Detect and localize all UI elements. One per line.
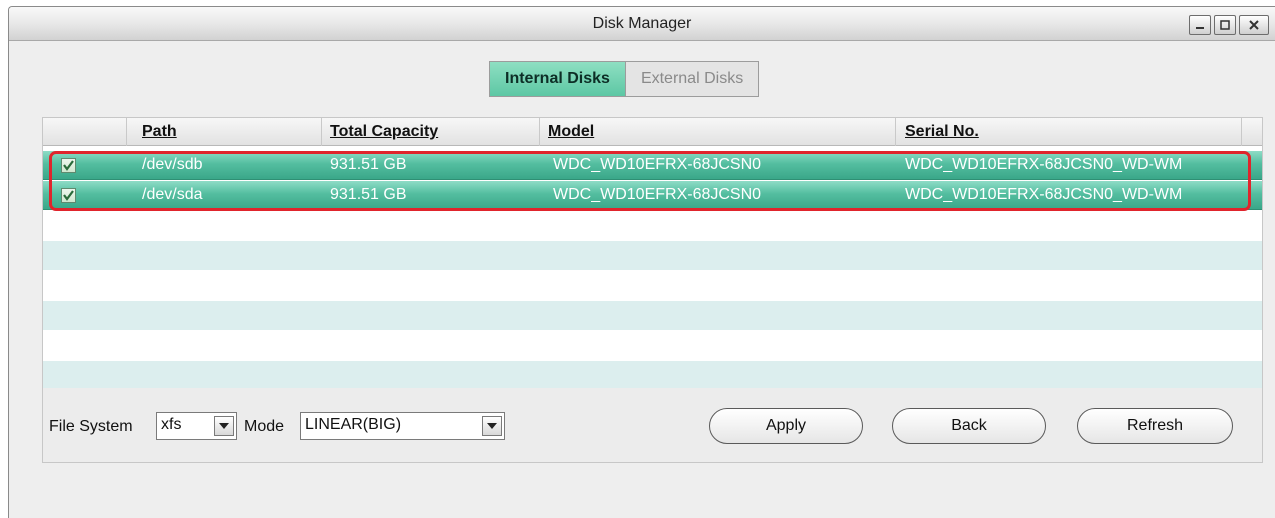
file-system-value: xfs [161, 416, 182, 433]
table-header: Path Total Capacity Model Serial No. [43, 118, 1262, 146]
tab-internal-disks[interactable]: Internal Disks [490, 62, 626, 96]
title-bar[interactable]: Disk Manager [9, 7, 1275, 41]
file-system-label: File System [49, 418, 133, 435]
disk-table: Path Total Capacity Model Serial No. /de… [43, 118, 1262, 388]
controls-bar: File System xfs Mode LINEAR(BIG) Apply B… [43, 388, 1262, 464]
tab-external-disks[interactable]: External Disks [625, 62, 759, 96]
table-row[interactable]: /dev/sdb 931.51 GB WDC_WD10EFRX-68JCSN0 … [43, 151, 1262, 180]
checkbox-checked-icon [63, 160, 74, 171]
empty-row [43, 331, 1262, 360]
chevron-down-icon [219, 423, 229, 429]
column-header-path[interactable]: Path [142, 123, 177, 141]
table-row[interactable]: /dev/sda 931.51 GB WDC_WD10EFRX-68JCSN0 … [43, 181, 1262, 210]
mode-value: LINEAR(BIG) [305, 416, 402, 433]
chevron-down-icon [487, 423, 497, 429]
row-checkbox[interactable] [61, 188, 76, 203]
window-title: Disk Manager [592, 15, 692, 32]
cell-model: WDC_WD10EFRX-68JCSN0 [553, 186, 762, 203]
close-button[interactable] [1239, 15, 1269, 35]
empty-row [43, 361, 1262, 388]
cell-capacity: 931.51 GB [330, 186, 407, 203]
minimize-button[interactable] [1189, 15, 1211, 35]
column-header-serial-no[interactable]: Serial No. [905, 123, 979, 141]
checkbox-checked-icon [63, 190, 74, 201]
maximize-button[interactable] [1214, 15, 1236, 35]
empty-row [43, 211, 1262, 240]
empty-row [43, 241, 1262, 270]
back-button[interactable]: Back [892, 408, 1046, 444]
cell-serial: WDC_WD10EFRX-68JCSN0_WD-WM [905, 156, 1183, 173]
column-header-model[interactable]: Model [548, 123, 594, 141]
disk-panel: Path Total Capacity Model Serial No. /de… [42, 117, 1263, 463]
minimize-icon [1196, 27, 1204, 29]
column-separator[interactable] [539, 118, 540, 146]
disk-manager-window: Disk Manager Internal Disks External Dis… [8, 6, 1275, 518]
column-separator[interactable] [895, 118, 896, 146]
column-header-total-capacity[interactable]: Total Capacity [330, 123, 438, 141]
maximize-icon [1220, 20, 1230, 30]
mode-select[interactable]: LINEAR(BIG) [300, 412, 505, 440]
file-system-dropdown-button[interactable] [214, 416, 234, 436]
column-separator[interactable] [126, 118, 127, 146]
close-icon [1249, 20, 1259, 30]
empty-row [43, 301, 1262, 330]
mode-dropdown-button[interactable] [482, 416, 502, 436]
file-system-select[interactable]: xfs [156, 412, 237, 440]
disk-tabs: Internal Disks External Disks [489, 61, 760, 97]
mode-label: Mode [244, 418, 285, 435]
cell-path: /dev/sdb [142, 156, 203, 173]
cell-path: /dev/sda [142, 186, 203, 203]
column-separator[interactable] [1241, 118, 1242, 146]
apply-button[interactable]: Apply [709, 408, 863, 444]
empty-row [43, 271, 1262, 300]
refresh-button[interactable]: Refresh [1077, 408, 1233, 444]
cell-serial: WDC_WD10EFRX-68JCSN0_WD-WM [905, 186, 1183, 203]
row-checkbox[interactable] [61, 158, 76, 173]
cell-capacity: 931.51 GB [330, 156, 407, 173]
cell-model: WDC_WD10EFRX-68JCSN0 [553, 156, 762, 173]
column-separator[interactable] [321, 118, 322, 146]
